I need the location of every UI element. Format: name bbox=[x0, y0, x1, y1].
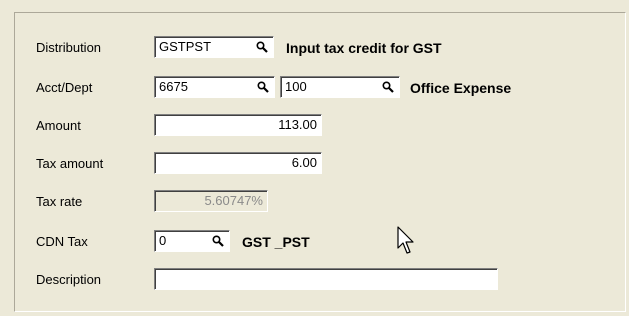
cdn-tax-lookup-icon[interactable] bbox=[209, 233, 227, 249]
acct-dept-label: Acct/Dept bbox=[36, 80, 93, 95]
cdn-tax-label: CDN Tax bbox=[36, 234, 88, 249]
cdn-tax-value: 0 bbox=[159, 233, 167, 248]
amount-value: 113.00 bbox=[278, 117, 317, 132]
tax-rate-field: 5.60747% bbox=[154, 190, 268, 212]
account-value: 6675 bbox=[159, 79, 188, 94]
distribution-description: Input tax credit for GST bbox=[286, 40, 442, 56]
account-field[interactable]: 6675 bbox=[154, 76, 275, 98]
cdn-tax-description: GST _PST bbox=[242, 234, 310, 250]
tax-rate-value: 5.60747% bbox=[204, 193, 263, 208]
mouse-pointer-icon bbox=[397, 226, 414, 254]
dept-lookup-icon[interactable] bbox=[379, 79, 397, 95]
distribution-label: Distribution bbox=[36, 40, 102, 55]
description-label: Description bbox=[36, 272, 102, 287]
acct-dept-description: Office Expense bbox=[410, 80, 512, 96]
tax-amount-value: 6.00 bbox=[291, 155, 317, 170]
description-field[interactable] bbox=[154, 268, 498, 290]
tax-amount-field[interactable]: 6.00 bbox=[154, 152, 322, 174]
tax-rate-label: Tax rate bbox=[36, 194, 83, 209]
amount-label: Amount bbox=[36, 118, 81, 133]
distribution-code-value: GSTPST bbox=[159, 39, 212, 54]
dept-value: 100 bbox=[285, 79, 307, 94]
account-lookup-icon[interactable] bbox=[254, 79, 272, 95]
tax-amount-label: Tax amount bbox=[36, 156, 104, 171]
cdn-tax-field[interactable]: 0 bbox=[154, 230, 230, 252]
amount-field[interactable]: 113.00 bbox=[154, 114, 322, 136]
distribution-code-field[interactable]: GSTPST bbox=[154, 36, 274, 58]
dept-field[interactable]: 100 bbox=[280, 76, 400, 98]
distribution-lookup-icon[interactable] bbox=[253, 39, 271, 55]
